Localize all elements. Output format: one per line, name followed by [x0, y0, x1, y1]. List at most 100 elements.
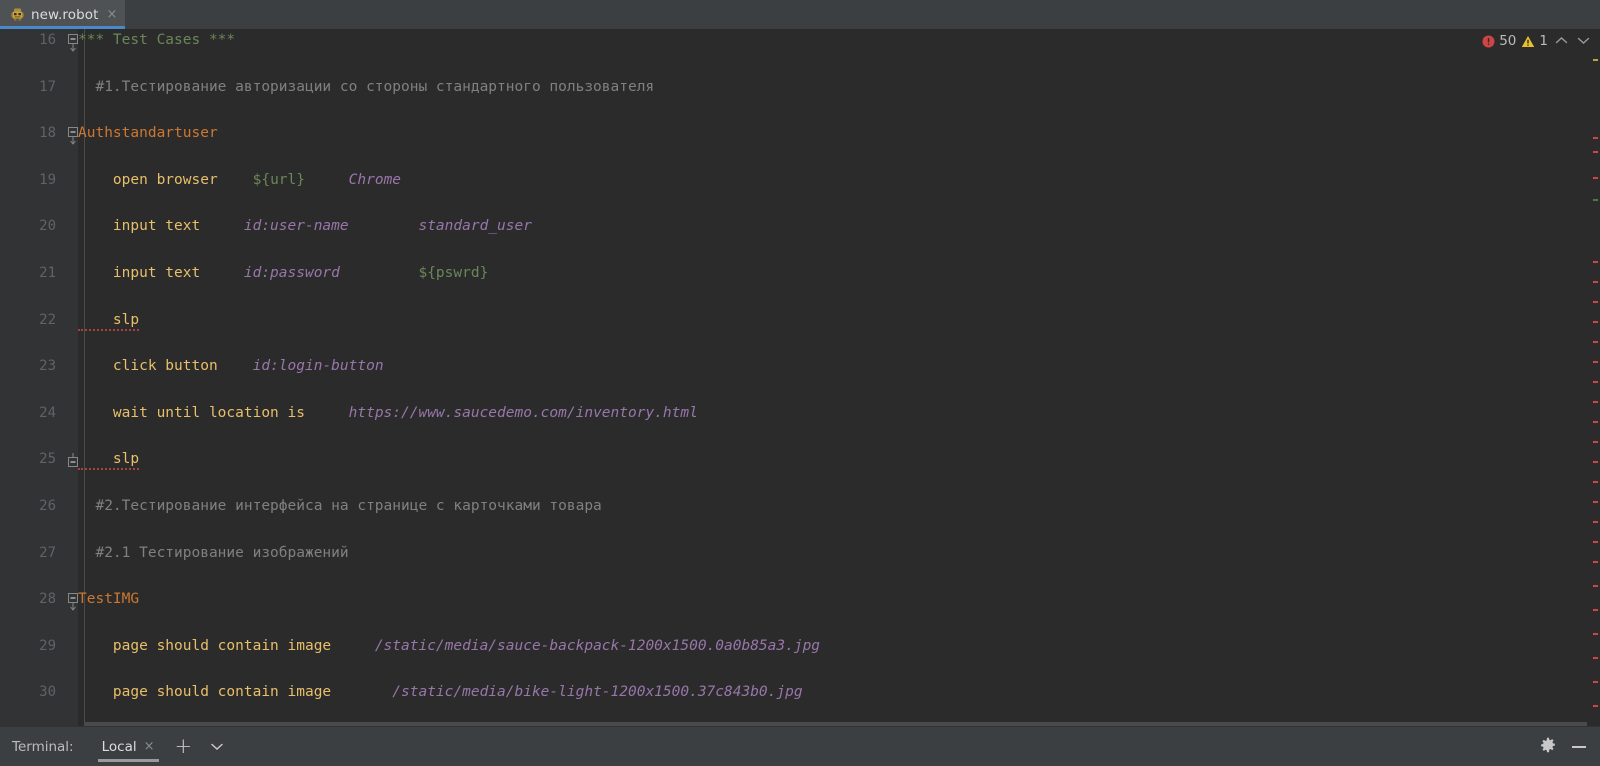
stripe-mark[interactable]: [1593, 521, 1598, 523]
token-var: ${pswrd}: [339, 264, 489, 281]
stripe-mark[interactable]: [1593, 681, 1598, 683]
close-icon[interactable]: ×: [107, 8, 118, 21]
line-number: 25: [39, 451, 56, 468]
code-text-area[interactable]: 16 *** Test Cases *** 17 #1.Тестирование а…: [0, 29, 1600, 726]
code-line[interactable]: 28 TestIMG: [0, 588, 1600, 611]
token-case: Authstandartuser: [78, 125, 218, 142]
stripe-mark[interactable]: [1593, 381, 1598, 383]
code-line[interactable]: 19 open browser ${url} Chrome: [0, 169, 1600, 192]
token-arg: id:login-button: [217, 358, 384, 375]
code-line[interactable]: 17 #1.Тестирование авторизации со сторон…: [0, 76, 1600, 99]
token-arg: id:user-name: [200, 218, 349, 235]
code-line-text: #2.1 Тестирование изображений: [78, 542, 349, 565]
code-line[interactable]: 16 *** Test Cases ***: [0, 29, 1600, 52]
code-editor[interactable]: 16 *** Test Cases *** 17 #1.Тестирование а…: [0, 29, 1600, 726]
code-line-text: page should contain image /static/media/…: [78, 635, 820, 658]
stripe-mark[interactable]: [1593, 541, 1598, 543]
editor-tab-new-robot[interactable]: new.robot ×: [0, 0, 126, 29]
stripe-mark[interactable]: [1593, 461, 1598, 463]
robot-icon: [10, 7, 25, 22]
code-line[interactable]: 23 click button id:login-button: [0, 355, 1600, 378]
terminal-label: Terminal:: [12, 738, 74, 755]
code-line[interactable]: 26 #2.Тестирование интерфейса на страниц…: [0, 495, 1600, 518]
stripe-mark[interactable]: [1593, 361, 1598, 363]
warning-indicator[interactable]: 1: [1521, 33, 1548, 49]
add-terminal-button[interactable]: +: [165, 736, 203, 757]
stripe-mark[interactable]: [1593, 561, 1598, 563]
stripe-mark[interactable]: [1593, 481, 1598, 483]
code-line-text: #1.Тестирование авторизации со стороны с…: [78, 76, 654, 99]
stripe-mark[interactable]: [1593, 401, 1598, 403]
stripe-mark[interactable]: [1593, 177, 1598, 179]
token-case: TestIMG: [78, 591, 140, 608]
warning-triangle-icon: [1522, 35, 1535, 47]
inspection-status-widget[interactable]: 50 1: [1482, 33, 1592, 49]
token-kw: input text: [78, 264, 201, 281]
error-stripe[interactable]: [1587, 29, 1600, 726]
stripe-mark[interactable]: [1593, 421, 1598, 423]
stripe-mark[interactable]: [1593, 633, 1598, 635]
error-count: 50: [1499, 33, 1517, 49]
stripe-mark[interactable]: [1593, 151, 1598, 153]
token-arg: id:password: [200, 264, 340, 281]
token-kw: click button: [78, 358, 218, 375]
code-line-text: click button id:login-button: [78, 355, 384, 378]
line-number: 26: [39, 497, 56, 514]
line-number: 17: [39, 78, 56, 95]
code-line-text: open browser ${url} Chrome: [78, 169, 401, 192]
code-line[interactable]: 29 page should contain image /static/med…: [0, 635, 1600, 658]
token-kw: wait until location is: [78, 404, 305, 421]
code-line-text: Authstandartuser: [78, 122, 218, 145]
minimize-icon[interactable]: [1572, 745, 1586, 748]
stripe-mark[interactable]: [1593, 321, 1598, 323]
warning-count: 1: [1539, 33, 1548, 49]
error-indicator[interactable]: 50: [1482, 33, 1516, 49]
chevron-up-icon[interactable]: [1553, 34, 1570, 49]
line-number: 27: [39, 544, 56, 561]
token-kw: page should contain image: [78, 637, 332, 654]
code-line[interactable]: 27 #2.1 Тестирование изображений: [0, 542, 1600, 565]
chevron-down-icon[interactable]: [1575, 34, 1592, 49]
stripe-mark[interactable]: [1593, 137, 1598, 139]
stripe-mark[interactable]: [1593, 441, 1598, 443]
stripe-mark[interactable]: [1593, 199, 1598, 201]
gear-icon[interactable]: [1540, 737, 1556, 757]
token-arg: Chrome: [305, 171, 402, 188]
token-kw: page should contain image: [78, 684, 332, 701]
code-line[interactable]: 18 Authstandartuser: [0, 122, 1600, 145]
code-line[interactable]: 22 slp: [0, 309, 1600, 332]
line-number: 24: [39, 404, 56, 421]
token-arg: /static/media/sauce-backpack-1200x1500.0…: [331, 637, 821, 654]
token-arg: https://www.saucedemo.com/inventory.html: [304, 404, 698, 421]
stripe-mark[interactable]: [1593, 341, 1598, 343]
terminal-tool-window-bar: Terminal: Local × +: [0, 726, 1600, 766]
stripe-mark[interactable]: [1593, 705, 1598, 707]
token-kw-err: slp: [78, 311, 140, 331]
token-cmt: #2.1 Тестирование изображений: [78, 544, 349, 561]
code-line[interactable]: 30 page should contain image /static/med…: [0, 681, 1600, 704]
line-number: 29: [39, 637, 56, 654]
code-line[interactable]: 24 wait until location is https://www.sa…: [0, 402, 1600, 425]
stripe-mark[interactable]: [1593, 261, 1598, 263]
stripe-mark[interactable]: [1593, 585, 1598, 587]
chevron-down-icon[interactable]: [202, 739, 232, 754]
code-line[interactable]: 20 input text id:user-name standard_user: [0, 215, 1600, 238]
terminal-tab-local[interactable]: Local ×: [92, 727, 165, 766]
stripe-mark[interactable]: [1593, 501, 1598, 503]
token-cmt: #2.Тестирование интерфейса на странице с…: [78, 497, 602, 514]
editor-tab-bar: new.robot ×: [0, 0, 1600, 29]
close-icon[interactable]: ×: [144, 739, 155, 754]
code-line[interactable]: 25 slp: [0, 448, 1600, 471]
line-number: 28: [39, 591, 56, 608]
stripe-mark[interactable]: [1593, 301, 1598, 303]
stripe-mark[interactable]: [1593, 59, 1598, 61]
token-var: ${url}: [217, 171, 305, 188]
token-head: *** Test Cases ***: [78, 32, 236, 48]
stripe-mark[interactable]: [1593, 609, 1598, 611]
code-line-text: *** Test Cases ***: [78, 29, 235, 52]
code-line-text: input text id:password ${pswrd}: [78, 262, 488, 285]
stripe-mark[interactable]: [1593, 657, 1598, 659]
code-line[interactable]: 21 input text id:password ${pswrd}: [0, 262, 1600, 285]
stripe-mark[interactable]: [1593, 281, 1598, 283]
token-arg: standard_user: [348, 218, 532, 235]
